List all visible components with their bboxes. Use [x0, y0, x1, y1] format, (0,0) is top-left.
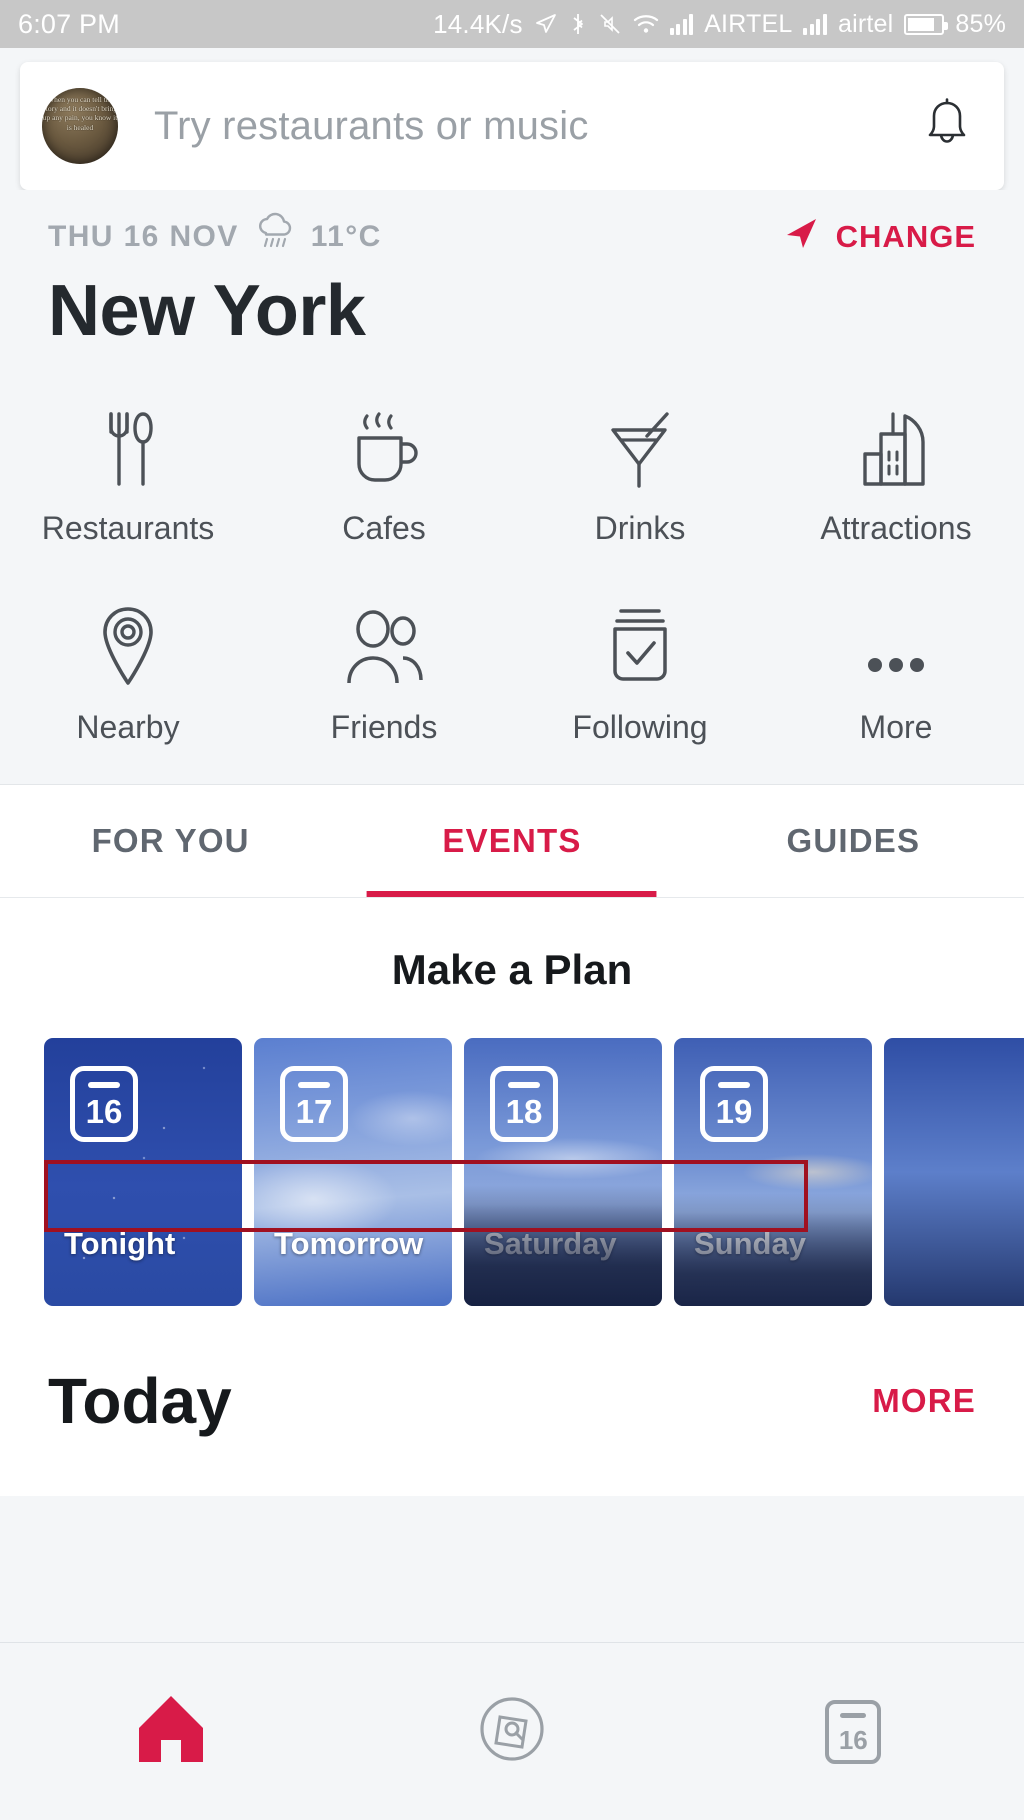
tab-events[interactable]: EVENTS — [341, 785, 682, 897]
category-following[interactable]: Following — [512, 603, 768, 746]
carrier-name-2: airtel — [838, 10, 893, 39]
category-restaurants[interactable]: Restaurants — [0, 404, 256, 547]
nav-calendar[interactable]: 16 — [683, 1700, 1024, 1764]
avatar[interactable]: When you can tell the story and it doesn… — [42, 88, 118, 164]
calendar-badge: 18 — [490, 1066, 558, 1142]
calendar-icon: 16 — [825, 1700, 881, 1764]
buildings-icon — [853, 404, 939, 490]
wifi-icon — [633, 13, 659, 35]
people-icon — [341, 603, 427, 689]
change-label: CHANGE — [836, 219, 976, 255]
signal-bars-icon-2 — [803, 13, 827, 35]
location-arrow-icon — [534, 12, 558, 36]
day-card-label: Tonight — [64, 1226, 175, 1262]
location-pin-icon — [93, 603, 163, 689]
coffee-cup-icon — [345, 404, 423, 490]
calendar-badge: 17 — [280, 1066, 348, 1142]
category-label: Following — [572, 709, 707, 746]
bottom-nav: 16 — [0, 1642, 1024, 1820]
category-row-1: Restaurants Cafes — [0, 404, 1024, 547]
mute-icon — [598, 12, 622, 36]
navigation-arrow-icon — [782, 214, 820, 260]
day-card-label: Saturday — [484, 1226, 617, 1262]
status-bar: 6:07 PM 14.4K/s AIRTEL airtel 85% — [0, 0, 1024, 48]
date-weather: THU 16 NOV 11°C — [48, 212, 382, 262]
day-card-tomorrow[interactable]: 17 Tomorrow — [254, 1038, 452, 1306]
current-date: THU 16 NOV — [48, 220, 239, 254]
checked-box-icon — [601, 603, 679, 689]
rain-cloud-icon — [253, 212, 297, 262]
explore-compass-icon — [476, 1693, 548, 1770]
calendar-badge: 16 — [70, 1066, 138, 1142]
nav-home[interactable] — [0, 1692, 341, 1771]
app-screen: 6:07 PM 14.4K/s AIRTEL airtel 85% — [0, 0, 1024, 1820]
day-card-label: Sunday — [694, 1226, 806, 1262]
day-card-carousel[interactable]: 16 Tonight 17 Tomorrow 18 Saturday 19 Su… — [0, 994, 1024, 1306]
change-location-button[interactable]: CHANGE — [782, 214, 976, 260]
home-icon — [129, 1692, 213, 1771]
signal-bars-icon-1 — [670, 13, 694, 35]
nav-explore[interactable] — [341, 1693, 682, 1770]
day-card-next[interactable] — [884, 1038, 1024, 1306]
battery-icon — [904, 14, 944, 35]
category-label: Restaurants — [42, 510, 215, 547]
category-row-2: Nearby Friends — [0, 603, 1024, 746]
today-title: Today — [48, 1364, 232, 1438]
category-nearby[interactable]: Nearby — [0, 603, 256, 746]
day-card-tonight[interactable]: 16 Tonight — [44, 1038, 242, 1306]
ellipsis-icon — [853, 603, 939, 689]
tab-for-you[interactable]: FOR YOU — [0, 785, 341, 897]
day-card-sunday[interactable]: 19 Sunday — [674, 1038, 872, 1306]
bluetooth-icon — [569, 12, 587, 36]
category-cafes[interactable]: Cafes — [256, 404, 512, 547]
temperature: 11°C — [311, 220, 382, 254]
category-more[interactable]: More — [768, 603, 1024, 746]
make-a-plan-section: Make a Plan 16 Tonight 17 Tomorrow 18 Sa… — [0, 898, 1024, 1306]
day-card-label: Tomorrow — [274, 1226, 423, 1262]
day-card-saturday[interactable]: 18 Saturday — [464, 1038, 662, 1306]
category-label: Attractions — [820, 510, 971, 547]
plan-title: Make a Plan — [0, 946, 1024, 994]
location-section: THU 16 NOV 11°C CHANGE New York — [0, 190, 1024, 352]
carrier-name-1: AIRTEL — [704, 10, 792, 39]
search-input[interactable]: Try restaurants or music — [118, 104, 920, 149]
category-attractions[interactable]: Attractions — [768, 404, 1024, 547]
location-row: THU 16 NOV 11°C CHANGE — [0, 212, 1024, 262]
tab-bar: FOR YOU EVENTS GUIDES — [0, 785, 1024, 897]
today-more-button[interactable]: MORE — [872, 1382, 976, 1420]
search-section: When you can tell the story and it doesn… — [0, 48, 1024, 190]
category-label: Drinks — [595, 510, 686, 547]
category-drinks[interactable]: Drinks — [512, 404, 768, 547]
calendar-badge: 19 — [700, 1066, 768, 1142]
category-grid: Restaurants Cafes — [0, 352, 1024, 784]
search-bar[interactable]: When you can tell the story and it doesn… — [20, 62, 1004, 190]
category-label: Nearby — [76, 709, 179, 746]
category-friends[interactable]: Friends — [256, 603, 512, 746]
cocktail-glass-icon — [601, 404, 679, 490]
battery-percent: 85% — [955, 10, 1006, 39]
city-name: New York — [0, 262, 1024, 352]
today-section: Today MORE — [0, 1306, 1024, 1496]
avatar-quote-text: When you can tell the story and it doesn… — [42, 88, 118, 164]
tab-guides[interactable]: GUIDES — [683, 785, 1024, 897]
bell-icon[interactable] — [920, 96, 974, 156]
category-label: Cafes — [342, 510, 426, 547]
network-speed: 14.4K/s — [433, 9, 523, 40]
category-label: More — [860, 709, 933, 746]
status-time: 6:07 PM — [18, 9, 120, 40]
category-label: Friends — [331, 709, 438, 746]
fork-knife-icon — [93, 404, 163, 490]
